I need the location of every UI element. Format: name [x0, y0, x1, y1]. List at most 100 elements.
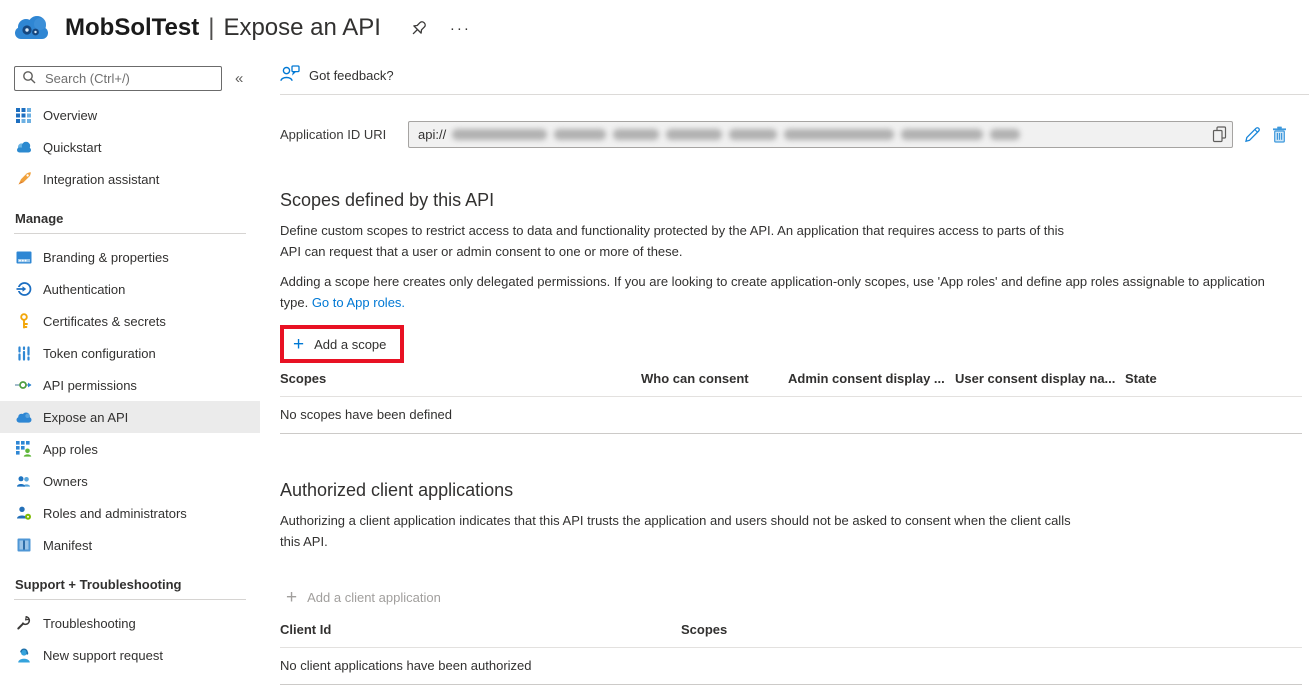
sidebar-item-overview[interactable]: Overview [0, 99, 260, 131]
clients-section-title: Authorized client applications [280, 480, 1309, 501]
col-scopes[interactable]: Scopes [280, 371, 641, 386]
page-header: MobSolTest | Expose an API ··· [0, 0, 1309, 56]
sidebar-item-branding-properties[interactable]: Branding & properties [0, 241, 260, 273]
sidebar-item-label: Owners [43, 474, 88, 489]
got-feedback-button[interactable]: Got feedback? [309, 68, 394, 83]
owners-icon [15, 475, 32, 487]
scopes-table-header: Scopes Who can consent Admin consent dis… [280, 371, 1302, 396]
sidebar-item-label: Manifest [43, 538, 92, 553]
pin-icon[interactable] [409, 19, 428, 38]
clients-description-line1: Authorizing a client application indicat… [280, 510, 1309, 531]
sidebar-item-label: Troubleshooting [43, 616, 136, 631]
application-id-uri-row: Application ID URI api:// [280, 121, 1309, 148]
main-content: Got feedback? Application ID URI api:// [260, 56, 1309, 685]
sidebar-item-label: New support request [43, 648, 163, 663]
sidebar-item-roles-and-administrators[interactable]: Roles and administrators [0, 497, 260, 529]
col-who-can-consent[interactable]: Who can consent [641, 371, 788, 386]
scopes-note-line1: Adding a scope here creates only delegat… [280, 271, 1309, 292]
divider [14, 233, 246, 234]
sidebar-item-label: Expose an API [43, 410, 128, 425]
divider [14, 599, 246, 600]
overview-icon [15, 108, 32, 123]
sidebar-item-label: Integration assistant [43, 172, 159, 187]
sidebar-item-label: Authentication [43, 282, 125, 297]
sidebar-section-support: Support + Troubleshooting [0, 561, 260, 599]
more-options-icon[interactable]: ··· [450, 20, 471, 37]
sidebar-item-label: API permissions [43, 378, 137, 393]
plus-icon: + [286, 588, 297, 607]
integration-assistant-icon [15, 171, 32, 187]
sidebar-item-new-support-request[interactable]: New support request [0, 639, 260, 671]
sidebar-item-integration-assistant[interactable]: Integration assistant [0, 163, 260, 195]
clients-table: Client Id Scopes No client applications … [280, 622, 1302, 685]
scopes-description-line1: Define custom scopes to restrict access … [280, 220, 1309, 241]
col-user-consent-display[interactable]: User consent display na... [955, 371, 1125, 386]
col-state[interactable]: State [1125, 371, 1302, 386]
sidebar-item-label: App roles [43, 442, 98, 457]
col-client-scopes[interactable]: Scopes [681, 622, 1302, 637]
go-to-app-roles-link[interactable]: Go to App roles. [312, 295, 405, 310]
add-a-scope-button[interactable]: + Add a scope [284, 329, 400, 359]
sidebar: « Overview [0, 56, 260, 671]
copy-icon[interactable] [1212, 126, 1227, 146]
app-name: MobSolTest [65, 14, 199, 42]
sidebar-item-label: Certificates & secrets [43, 314, 166, 329]
roles-administrators-icon [15, 506, 32, 520]
certificates-icon [15, 313, 32, 329]
command-bar: Got feedback? [280, 56, 1309, 95]
sidebar-item-label: Roles and administrators [43, 506, 187, 521]
sidebar-item-authentication[interactable]: Authentication [0, 273, 260, 305]
delete-icon[interactable] [1272, 126, 1287, 143]
scopes-note: Adding a scope here creates only delegat… [280, 271, 1309, 313]
app-roles-icon [15, 441, 32, 457]
manifest-icon [15, 538, 32, 552]
api-permissions-icon [15, 380, 32, 390]
scopes-description-line2: API can request that a user or admin con… [280, 241, 1309, 262]
sidebar-item-token-configuration[interactable]: Token configuration [0, 337, 260, 369]
sidebar-item-label: Quickstart [43, 140, 102, 155]
sidebar-section-manage: Manage [0, 195, 260, 233]
sidebar-item-label: Branding & properties [43, 250, 169, 265]
sidebar-item-quickstart[interactable]: Quickstart [0, 131, 260, 163]
sidebar-item-expose-an-api[interactable]: Expose an API [0, 401, 260, 433]
feedback-icon [280, 65, 300, 85]
search-input[interactable] [43, 70, 214, 87]
branding-icon [15, 251, 32, 264]
sidebar-item-troubleshooting[interactable]: Troubleshooting [0, 607, 260, 639]
troubleshooting-icon [15, 615, 32, 631]
col-admin-consent-display[interactable]: Admin consent display ... [788, 371, 955, 386]
scopes-note-line2: type. Go to App roles. [280, 292, 1309, 313]
collapse-sidebar-icon[interactable]: « [235, 70, 243, 87]
scopes-empty-row: No scopes have been defined [280, 397, 1302, 434]
col-client-id[interactable]: Client Id [280, 622, 681, 637]
add-a-client-application-button[interactable]: + Add a client application [280, 582, 1309, 612]
red-annotation-box: + Add a scope [280, 325, 404, 363]
edit-icon[interactable] [1244, 126, 1261, 143]
clients-empty-row: No client applications have been authori… [280, 648, 1302, 685]
sidebar-item-owners[interactable]: Owners [0, 465, 260, 497]
sidebar-search[interactable] [14, 66, 222, 91]
clients-description: Authorizing a client application indicat… [280, 510, 1309, 552]
sidebar-item-app-roles[interactable]: App roles [0, 433, 260, 465]
clients-table-header: Client Id Scopes [280, 622, 1302, 647]
quickstart-icon [15, 141, 32, 153]
sidebar-item-certificates-secrets[interactable]: Certificates & secrets [0, 305, 260, 337]
redacted-uri-value [452, 129, 1020, 140]
application-id-uri-value: api:// [408, 121, 1233, 148]
blade-title: Expose an API [223, 14, 380, 42]
scopes-description: Define custom scopes to restrict access … [280, 220, 1309, 262]
app-cloud-gears-icon [13, 13, 53, 43]
uri-prefix: api:// [418, 127, 446, 142]
application-id-uri-label: Application ID URI [280, 127, 408, 142]
plus-icon: + [293, 335, 304, 354]
sidebar-item-label: Overview [43, 108, 97, 123]
scopes-table: Scopes Who can consent Admin consent dis… [280, 371, 1302, 434]
search-icon [22, 70, 36, 87]
sidebar-item-manifest[interactable]: Manifest [0, 529, 260, 561]
expose-api-icon [15, 412, 32, 423]
page-title: MobSolTest | Expose an API [65, 14, 381, 42]
title-separator: | [208, 14, 214, 42]
clients-description-line2: this API. [280, 531, 1309, 552]
new-support-request-icon [15, 648, 32, 663]
sidebar-item-api-permissions[interactable]: API permissions [0, 369, 260, 401]
